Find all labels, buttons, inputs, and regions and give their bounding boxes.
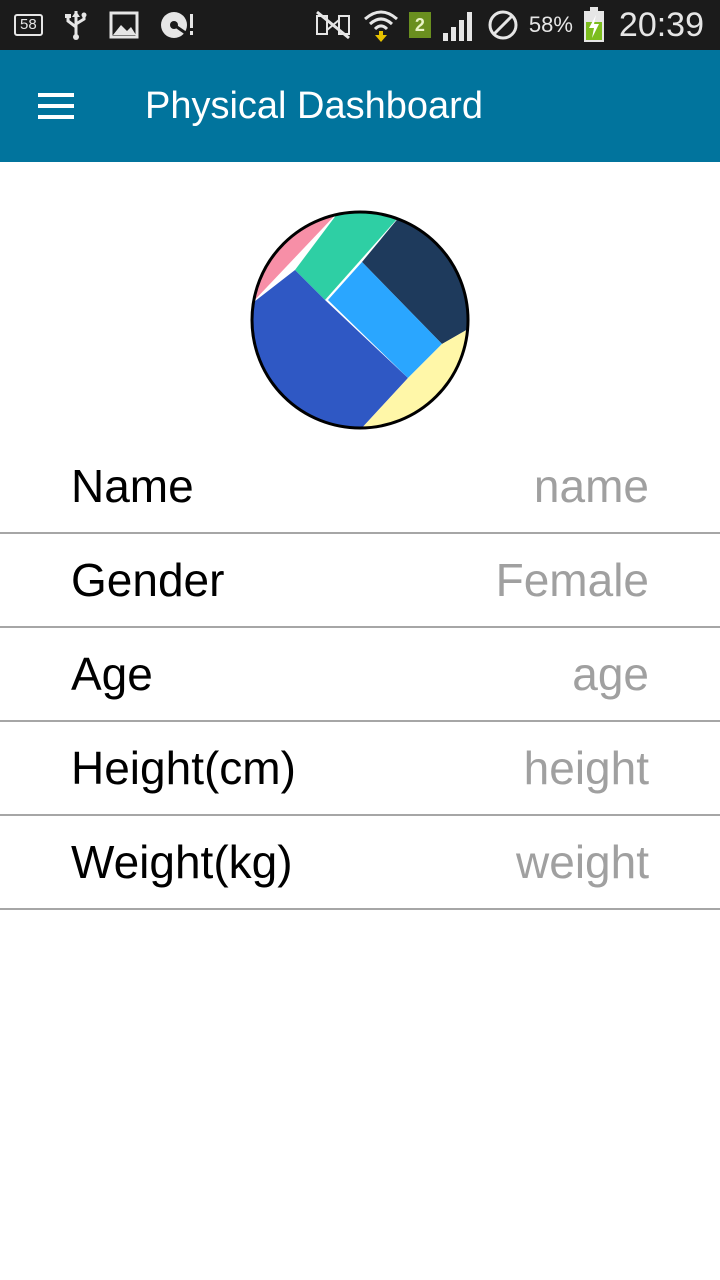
gender-label: Gender [71,554,225,606]
usb-icon [64,11,87,40]
cell-signal-icon [442,12,472,41]
status-bar: 58 2 58% 20:39 [0,0,720,50]
height-label: Height(cm) [71,742,296,794]
status-bar-left: 58 [14,0,195,50]
weight-field[interactable]: weight [516,836,649,888]
weight-label: Weight(kg) [71,836,293,888]
height-field[interactable]: height [524,742,649,794]
age-label: Age [71,648,153,700]
blocked-icon [488,10,518,40]
clock: 20:39 [618,5,704,44]
form-row-name[interactable]: Name name [0,440,720,534]
form-row-height[interactable]: Height(cm) height [0,722,720,816]
app-bar: Physical Dashboard [0,50,720,162]
form-row-gender[interactable]: Gender Female [0,534,720,628]
name-label: Name [71,460,194,512]
nfc-off-icon [315,10,350,40]
status-bar-right: 2 58% 20:39 [313,0,704,50]
image-icon [109,11,139,39]
notification-count-badge: 58 [14,14,43,36]
name-field[interactable]: name [534,460,649,512]
profile-form: Name name Gender Female Age age Height(c… [0,440,720,910]
menu-icon[interactable] [36,91,76,121]
form-row-age[interactable]: Age age [0,628,720,722]
form-row-weight[interactable]: Weight(kg) weight [0,816,720,910]
media-icon [160,12,193,38]
wifi-icon [363,10,398,42]
age-field[interactable]: age [572,648,649,700]
app-title: Physical Dashboard [145,85,483,127]
gender-field[interactable]: Female [496,554,649,606]
battery-charging-icon [583,7,604,42]
profile-avatar[interactable] [250,210,470,430]
sim-icon: 2 [408,12,431,38]
battery-percent: 58% [528,12,573,37]
